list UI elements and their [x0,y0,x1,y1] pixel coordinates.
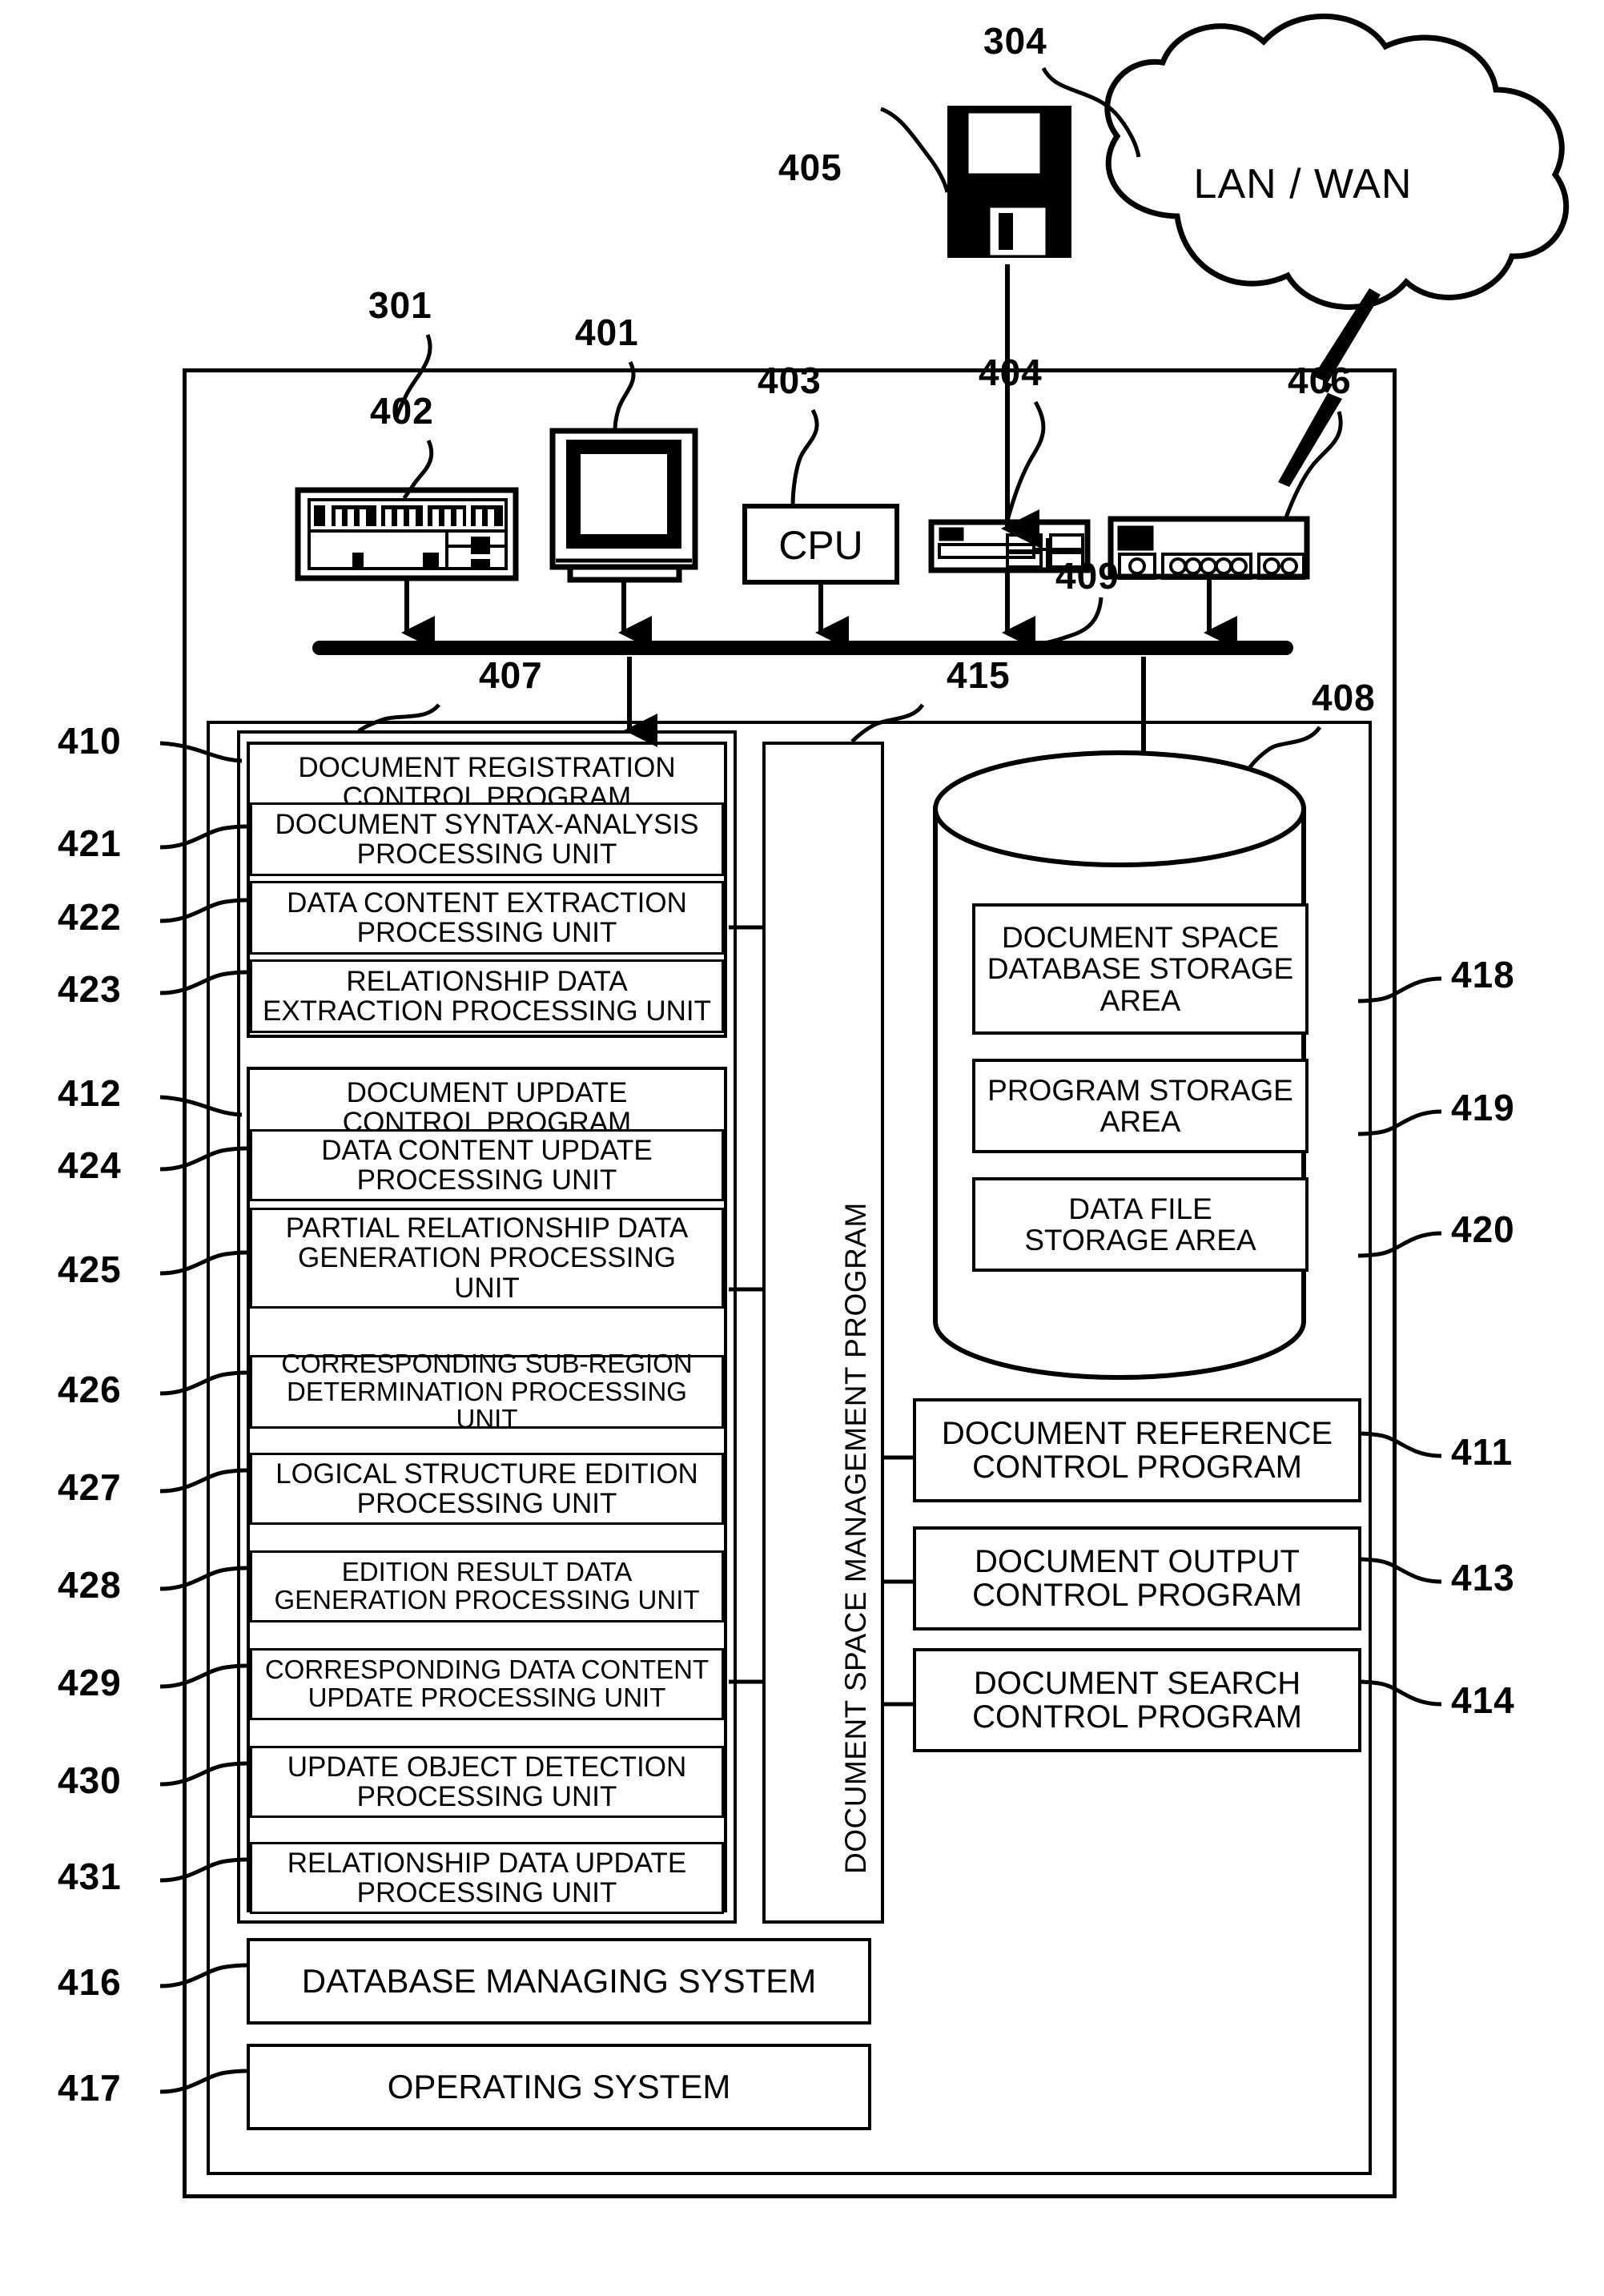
data-content-update-processing-unit[interactable]: DATA CONTENT UPDATE PROCESSING UNIT [250,1129,724,1201]
unit-label: DATA CONTENT UPDATE PROCESSING UNIT [321,1134,653,1196]
cloud-label: LAN / WAN [1193,161,1413,207]
data-content-extraction-processing-unit[interactable]: DATA CONTENT EXTRACTION PROCESSING UNIT [250,881,724,955]
ref-402: 402 [370,390,434,432]
cpu-label: CPU [778,523,863,568]
ref-404: 404 [979,352,1043,393]
operating-system[interactable]: OPERATING SYSTEM [247,2044,871,2130]
storage-label: DATA FILE STORAGE AREA [1024,1192,1256,1257]
unit-label: PARTIAL RELATIONSHIP DATA GENERATION PRO… [285,1212,689,1304]
ref-403: 403 [758,360,822,401]
corresponding-data-content-update-processing-unit[interactable]: CORRESPONDING DATA CONTENT UPDATE PROCES… [250,1648,724,1720]
document-syntax-analysis-processing-unit[interactable]: DOCUMENT SYNTAX-ANALYSIS PROCESSING UNIT [250,802,724,876]
ref-409: 409 [1055,555,1120,597]
ref-415: 415 [947,654,1011,696]
corresponding-sub-region-determination-processing-unit[interactable]: CORRESPONDING SUB-REGION DETERMINATION P… [250,1349,724,1433]
ref-426: 426 [58,1369,122,1410]
system-bus [312,641,1293,655]
unit-label: CORRESPONDING SUB-REGION DETERMINATION P… [281,1348,693,1434]
ref-424: 424 [58,1144,122,1186]
ref-419: 419 [1451,1087,1515,1128]
unit-label: LOGICAL STRUCTURE EDITION PROCESSING UNI… [275,1458,698,1519]
program-label: DOCUMENT OUTPUT CONTROL PROGRAM [972,1543,1302,1613]
layer-label: OPERATING SYSTEM [387,2067,731,2105]
relationship-data-extraction-processing-unit[interactable]: RELATIONSHIP DATA EXTRACTION PROCESSING … [250,959,724,1033]
floppy-disk-icon [947,106,1071,258]
ref-421: 421 [58,822,122,864]
storage-label: PROGRAM STORAGE AREA [987,1073,1293,1138]
unit-label: RELATIONSHIP DATA UPDATE PROCESSING UNIT [287,1847,687,1908]
ref-416: 416 [58,1961,122,2003]
ref-411: 411 [1451,1431,1514,1473]
program-storage-area[interactable]: PROGRAM STORAGE AREA [972,1059,1309,1153]
database-managing-system[interactable]: DATABASE MANAGING SYSTEM [247,1938,871,2025]
ref-430: 430 [58,1759,122,1801]
document-search-control-program[interactable]: DOCUMENT SEARCH CONTROL PROGRAM [913,1648,1361,1752]
storage-label: DOCUMENT SPACE DATABASE STORAGE AREA [987,921,1294,1017]
ref-414: 414 [1451,1679,1515,1721]
ref-428: 428 [58,1564,122,1606]
unit-label: DATA CONTENT EXTRACTION PROCESSING UNIT [287,887,687,948]
ref-406: 406 [1288,360,1352,401]
ref-427: 427 [58,1466,122,1508]
logical-structure-edition-processing-unit[interactable]: LOGICAL STRUCTURE EDITION PROCESSING UNI… [250,1453,724,1525]
edition-result-data-generation-processing-unit[interactable]: EDITION RESULT DATA GENERATION PROCESSIN… [250,1550,724,1622]
ref-431: 431 [58,1856,122,1897]
document-output-control-program[interactable]: DOCUMENT OUTPUT CONTROL PROGRAM [913,1526,1361,1631]
update-object-detection-processing-unit[interactable]: UPDATE OBJECT DETECTION PROCESSING UNIT [250,1746,724,1818]
ref-410: 410 [58,720,122,762]
relationship-data-update-processing-unit[interactable]: RELATIONSHIP DATA UPDATE PROCESSING UNIT [250,1842,724,1914]
ref-425: 425 [58,1249,122,1290]
unit-label: EDITION RESULT DATA GENERATION PROCESSIN… [274,1557,700,1614]
program-label: DOCUMENT SEARCH CONTROL PROGRAM [972,1665,1302,1735]
ref-417: 417 [58,2067,122,2109]
ref-429: 429 [58,1662,122,1703]
ref-422: 422 [58,896,122,938]
unit-label: UPDATE OBJECT DETECTION PROCESSING UNIT [287,1751,687,1812]
ref-405: 405 [778,147,842,188]
ref-304: 304 [983,20,1047,62]
document-space-database-storage-area[interactable]: DOCUMENT SPACE DATABASE STORAGE AREA [972,903,1309,1035]
ref-413: 413 [1451,1557,1515,1598]
ref-418: 418 [1451,954,1515,995]
unit-label: DOCUMENT SYNTAX-ANALYSIS PROCESSING UNIT [275,808,699,870]
ref-301: 301 [368,284,432,326]
data-file-storage-area[interactable]: DATA FILE STORAGE AREA [972,1177,1309,1272]
ref-423: 423 [58,968,122,1010]
patent-figure-page: CPU LAN / WAN DOCUMENT REGISTRATION CONT… [0,0,1604,2296]
document-reference-control-program[interactable]: DOCUMENT REFERENCE CONTROL PROGRAM [913,1398,1361,1502]
ref-420: 420 [1451,1208,1515,1250]
layer-label: DATABASE MANAGING SYSTEM [301,1961,817,2000]
ref-408: 408 [1312,677,1376,718]
ref-412: 412 [58,1072,122,1114]
program-label: DOCUMENT REFERENCE CONTROL PROGRAM [941,1415,1333,1485]
ref-407: 407 [479,654,543,696]
ref-401: 401 [575,312,639,353]
partial-relationship-data-generation-processing-unit[interactable]: PARTIAL RELATIONSHIP DATA GENERATION PRO… [250,1208,724,1309]
document-space-management-program-label: DOCUMENT SPACE MANAGEMENT PROGRAM [839,1202,872,1874]
unit-label: CORRESPONDING DATA CONTENT UPDATE PROCES… [264,1655,710,1712]
unit-label: RELATIONSHIP DATA EXTRACTION PROCESSING … [262,965,712,1027]
